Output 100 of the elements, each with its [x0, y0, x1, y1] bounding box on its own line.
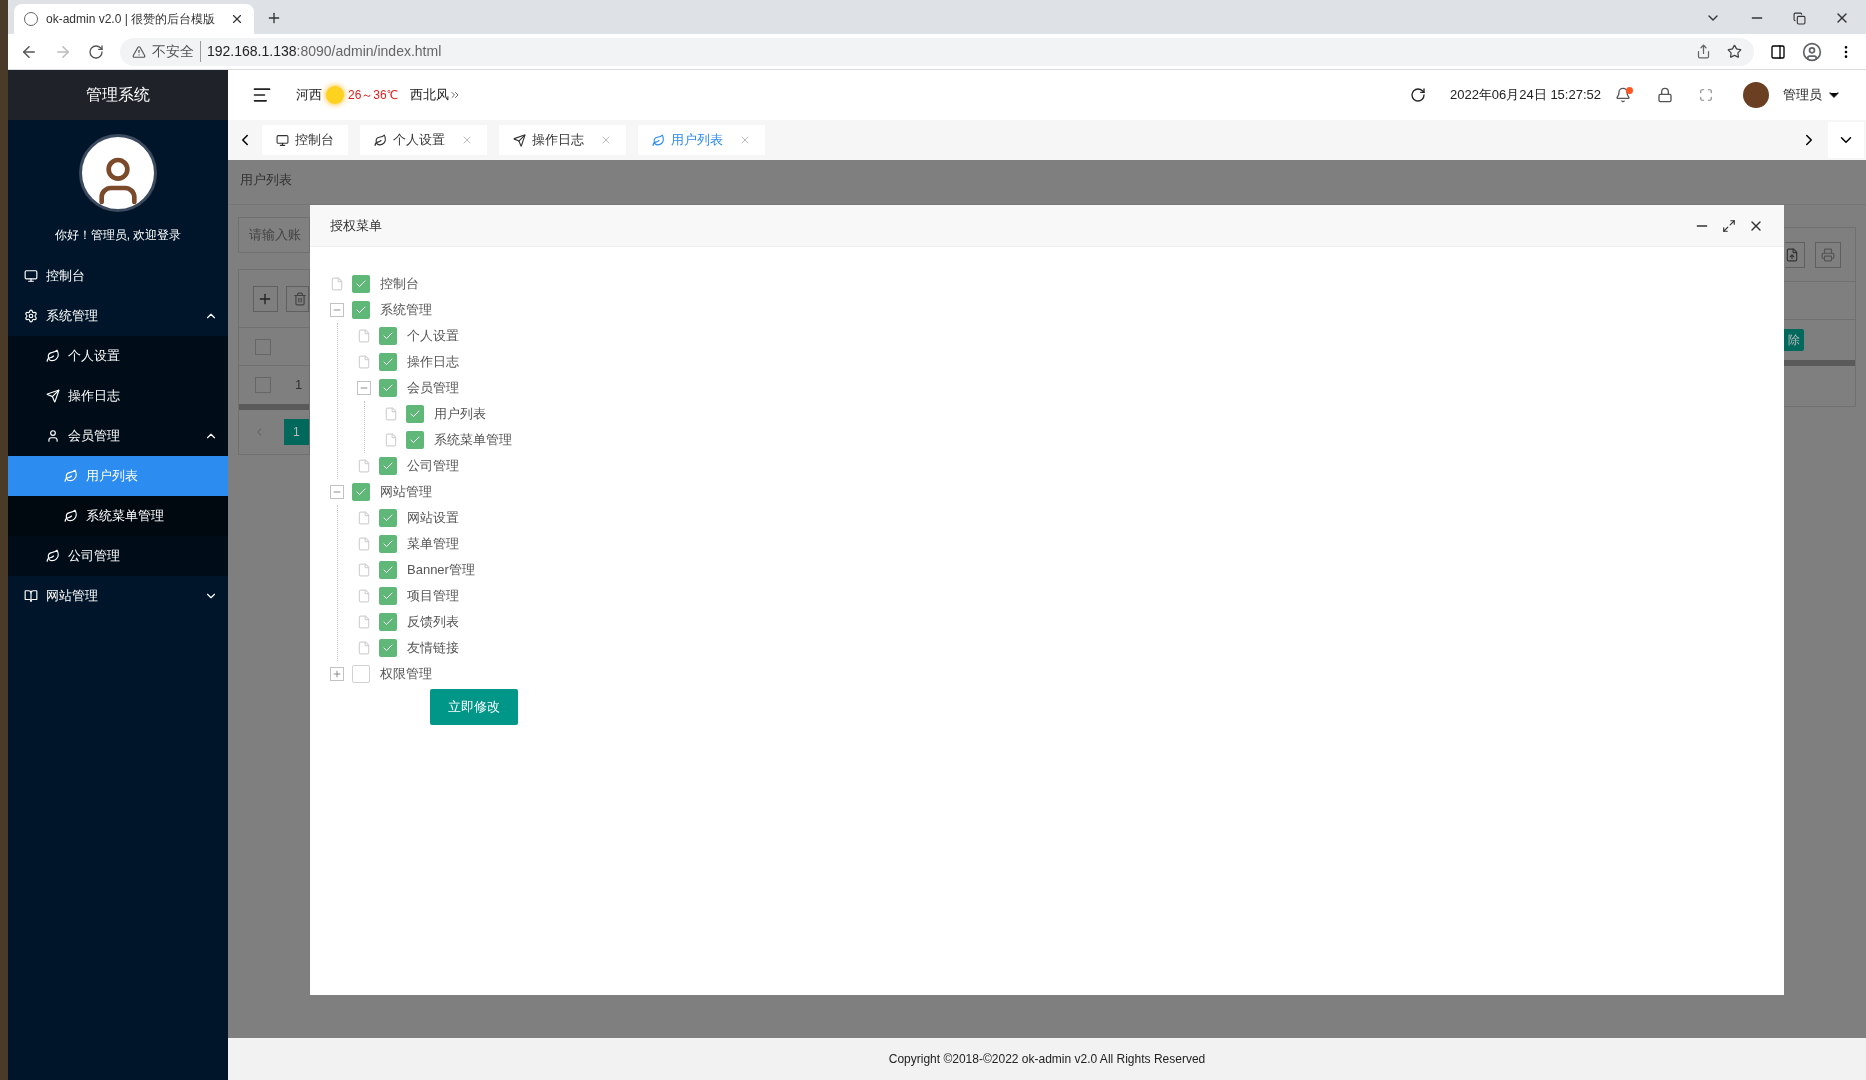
new-tab-icon[interactable] [266, 10, 282, 26]
check-icon [382, 382, 394, 394]
sidebar-title: 管理系统 [8, 70, 228, 120]
leaf-icon [46, 549, 60, 563]
checkbox[interactable] [352, 301, 370, 319]
checkbox[interactable] [379, 509, 397, 527]
tree-label[interactable]: 网站设置 [407, 508, 459, 528]
tree-label[interactable]: 用户列表 [434, 404, 486, 424]
tree-label[interactable]: 个人设置 [407, 326, 459, 346]
sidebar-item[interactable]: 公司管理 [8, 536, 228, 576]
fullscreen-icon[interactable] [1699, 88, 1713, 102]
checkbox[interactable] [379, 353, 397, 371]
menu-icon[interactable] [252, 85, 272, 105]
expand-toggle[interactable] [330, 667, 344, 681]
file-icon [357, 354, 371, 370]
collapse-toggle[interactable] [357, 381, 371, 395]
sun-icon [326, 86, 344, 104]
page-tab[interactable]: 操作日志 [499, 125, 626, 155]
reload-icon[interactable] [88, 43, 104, 60]
checkbox[interactable] [406, 431, 424, 449]
tree-label[interactable]: Banner管理 [407, 560, 475, 580]
tree-label[interactable]: 系统菜单管理 [434, 430, 512, 450]
checkbox[interactable] [379, 613, 397, 631]
print-button[interactable] [1815, 241, 1841, 268]
refresh-icon[interactable] [1409, 87, 1426, 103]
user-icon [46, 429, 60, 443]
file-icon [357, 614, 371, 630]
check-icon [355, 278, 367, 290]
checkbox[interactable] [379, 457, 397, 475]
tree-label[interactable]: 权限管理 [380, 664, 432, 684]
checkbox[interactable] [379, 379, 397, 397]
page-tab[interactable]: 个人设置 [360, 125, 487, 155]
side-panel-icon[interactable] [1770, 43, 1786, 60]
check-icon [382, 564, 394, 576]
user-name[interactable]: 管理员 [1783, 85, 1822, 105]
tree-label[interactable]: 菜单管理 [407, 534, 459, 554]
bell-icon[interactable] [1615, 87, 1631, 103]
leaf-icon [46, 349, 60, 363]
maximize-icon[interactable] [1722, 218, 1736, 233]
leaf-icon [374, 133, 387, 147]
checkbox[interactable] [352, 665, 370, 683]
checkbox[interactable] [379, 561, 397, 579]
submit-button[interactable]: 立即修改 [430, 689, 518, 725]
check-icon [355, 486, 367, 498]
delete-button[interactable] [285, 285, 309, 312]
checkbox[interactable] [352, 275, 370, 293]
close-icon[interactable] [230, 12, 244, 26]
checkbox[interactable] [406, 405, 424, 423]
collapse-toggle[interactable] [330, 485, 344, 499]
header-checkbox[interactable] [255, 338, 271, 355]
sidebar-item[interactable]: 个人设置 [8, 336, 228, 376]
check-icon [382, 356, 394, 368]
page-tab[interactable]: 用户列表 [638, 125, 765, 155]
url-text: 192.168.1.138:8090/admin/index.html [207, 42, 442, 61]
tab-menu-button[interactable] [1828, 122, 1864, 158]
tree-label[interactable]: 项目管理 [407, 586, 459, 606]
file-icon [384, 432, 398, 448]
user-avatar[interactable] [1743, 82, 1769, 108]
printer-icon [1821, 247, 1835, 262]
checkbox[interactable] [379, 327, 397, 345]
page-tab[interactable]: 控制台 [262, 125, 348, 155]
file-icon [357, 510, 371, 526]
security-label: 不安全 [152, 41, 201, 62]
tree-label[interactable]: 公司管理 [407, 456, 459, 476]
checkbox[interactable] [379, 639, 397, 657]
tree-label[interactable]: 操作日志 [407, 352, 459, 372]
add-button[interactable] [253, 285, 278, 312]
file-icon [357, 328, 371, 344]
checkbox[interactable] [379, 587, 397, 605]
leaf-icon [64, 469, 78, 483]
tree-label[interactable]: 反馈列表 [407, 612, 459, 632]
gear-icon [24, 309, 38, 323]
delete-button[interactable]: 除 [1784, 329, 1804, 351]
share-icon[interactable] [1696, 44, 1711, 59]
profile-icon[interactable] [1802, 41, 1822, 62]
restore-icon[interactable] [1793, 11, 1806, 25]
check-icon [409, 434, 421, 446]
file-icon [357, 458, 371, 474]
tree-label[interactable]: 网站管理 [380, 482, 432, 502]
browser-tab[interactable]: ok-admin v2.0 | 很赞的后台模版 [14, 4, 254, 34]
check-icon [382, 538, 394, 550]
export-button[interactable] [1785, 241, 1805, 268]
lock-icon[interactable] [1657, 87, 1673, 103]
sidebar-item[interactable]: 会员管理 [8, 416, 228, 456]
address-bar[interactable]: 不安全 192.168.1.138:8090/admin/index.html [120, 37, 1754, 66]
trash-icon [292, 291, 307, 306]
tree-label[interactable]: 系统管理 [380, 300, 432, 320]
sidebar-item[interactable]: 系统菜单管理 [8, 496, 228, 536]
breadcrumb: 用户列表 [240, 171, 292, 189]
checkbox[interactable] [352, 483, 370, 501]
collapse-toggle[interactable] [330, 303, 344, 317]
tree-label[interactable]: 会员管理 [407, 378, 459, 398]
row-checkbox[interactable] [255, 377, 271, 393]
check-icon [382, 590, 394, 602]
sidebar-item[interactable]: 操作日志 [8, 376, 228, 416]
tree-label[interactable]: 友情链接 [407, 638, 459, 658]
datetime-text: 2022年06月24日 15:27:52 [1449, 86, 1601, 105]
checkbox[interactable] [379, 535, 397, 553]
bookmark-icon[interactable] [1727, 44, 1742, 59]
tree-label[interactable]: 控制台 [380, 274, 419, 294]
